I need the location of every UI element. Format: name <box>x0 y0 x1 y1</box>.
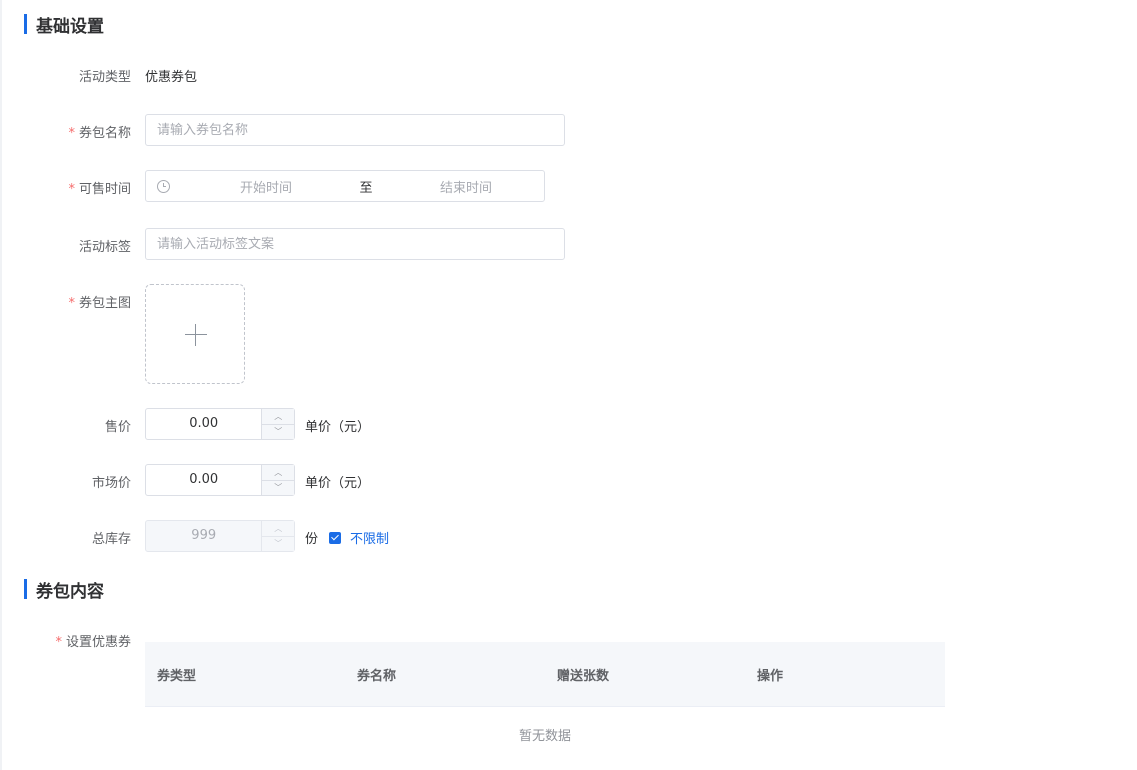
required-mark: * <box>68 296 75 311</box>
section-title-text: 券包内容 <box>36 581 104 602</box>
required-mark: * <box>68 182 75 197</box>
table-empty-text: 暂无数据 <box>518 729 571 744</box>
decrease-button: ﹀ <box>274 539 283 549</box>
column-header-actions: 操作 <box>757 668 784 684</box>
section-accent-bar <box>24 579 27 599</box>
section-title-text: 基础设置 <box>36 16 104 37</box>
main-image-upload[interactable] <box>145 284 245 384</box>
unlimited-label[interactable]: 不限制 <box>350 528 389 547</box>
coupons-label: * 设置优惠券 <box>55 635 131 650</box>
plus-icon <box>185 334 207 335</box>
decrease-button[interactable]: ﹀ <box>262 481 294 496</box>
page: 基础设置 活动类型 优惠券包 *券包名称 *可售时间 开始时间 至 结束时间 活… <box>0 0 1137 770</box>
price-stepper: ︿ ﹀ <box>261 409 294 439</box>
stock-number-input: 999 ︿ ﹀ <box>145 520 295 552</box>
package-name-label: * 券包名称 <box>68 126 131 141</box>
column-header-coupon-name: 券名称 <box>357 668 397 684</box>
market-price-label: 市场价 <box>91 476 131 491</box>
table-header: 券类型 券名称 赠送张数 操作 <box>145 642 945 707</box>
checkbox-checked-icon[interactable] <box>329 531 341 544</box>
increase-button: ︿ <box>262 521 294 537</box>
range-separator: 至 <box>359 180 373 196</box>
clock-icon <box>157 179 170 193</box>
section-title-basic: 基础设置 <box>24 14 104 37</box>
activity-tag-label: 活动标签 <box>78 240 131 255</box>
increase-button[interactable]: ︿ <box>262 465 294 481</box>
column-header-coupon-type: 券类型 <box>157 668 197 684</box>
unlimited-checkbox[interactable]: 不限制 <box>329 528 389 547</box>
coupons-table: 券类型 券名称 赠送张数 操作 暂无数据 <box>145 642 945 767</box>
price-number-input[interactable]: 0.00 ︿ ﹀ <box>145 408 295 440</box>
required-mark: * <box>68 126 75 141</box>
market-price-unit: 单价（元） <box>305 476 371 491</box>
activity-type-value: 优惠券包 <box>145 70 198 85</box>
increase-button[interactable]: ︿ <box>262 409 294 425</box>
package-name-input[interactable] <box>145 114 565 146</box>
start-time-input[interactable]: 开始时间 <box>191 177 341 196</box>
stock-stepper: ︿ ﹀ <box>261 521 294 551</box>
section-title-content: 券包内容 <box>24 579 104 602</box>
price-label: 售价 <box>104 420 131 435</box>
sale-time-range-picker[interactable]: 开始时间 至 结束时间 <box>145 170 545 202</box>
required-mark: * <box>55 635 62 650</box>
plus-icon-vertical <box>195 324 196 346</box>
stock-label: 总库存 <box>91 532 131 547</box>
market-price-number-input[interactable]: 0.00 ︿ ﹀ <box>145 464 295 496</box>
price-unit: 单价（元） <box>305 420 371 435</box>
section-accent-bar <box>24 14 27 34</box>
main-image-label: * 券包主图 <box>68 296 131 311</box>
market-price-stepper: ︿ ﹀ <box>261 465 294 495</box>
end-time-input[interactable]: 结束时间 <box>391 177 541 196</box>
stock-unit: 份 <box>305 532 319 547</box>
activity-type-label: 活动类型 <box>78 70 131 85</box>
activity-tag-input[interactable] <box>145 228 565 260</box>
sale-time-label: * 可售时间 <box>68 182 131 197</box>
decrease-button[interactable]: ﹀ <box>262 425 294 440</box>
stock-value: 999 <box>191 528 217 543</box>
price-value[interactable]: 0.00 <box>146 409 261 439</box>
market-price-value[interactable]: 0.00 <box>146 465 261 495</box>
column-header-gift-count: 赠送张数 <box>557 668 610 684</box>
